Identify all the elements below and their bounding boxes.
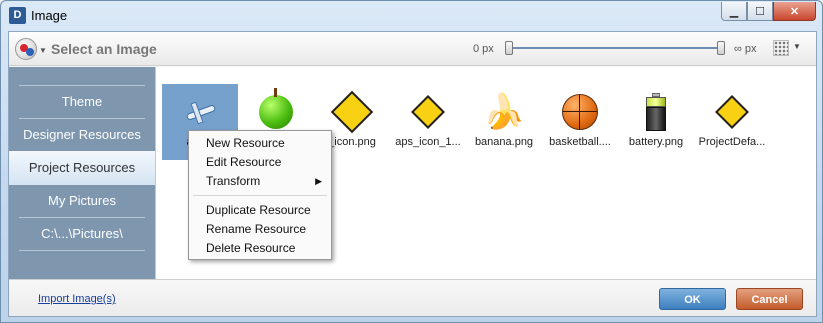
image-tile-battery[interactable]: battery.png xyxy=(618,84,694,160)
menu-item-duplicate-resource[interactable]: Duplicate Resource xyxy=(190,201,330,220)
menu-item-rename-resource[interactable]: Rename Resource xyxy=(190,220,330,239)
menu-divider xyxy=(193,195,327,196)
view-mode-button[interactable]: ▼ xyxy=(773,40,801,58)
banana-icon: 🍌 xyxy=(482,93,526,131)
menu-item-new-resource[interactable]: New Resource xyxy=(190,134,330,153)
size-filter-slider[interactable] xyxy=(505,38,725,58)
warning-sign-icon xyxy=(411,95,445,129)
slider-max-thumb[interactable] xyxy=(717,41,725,55)
sidebar-item-pictures-folder[interactable]: C:\...\Pictures\ xyxy=(9,218,155,250)
basketball-icon xyxy=(562,94,598,130)
sidebar-item-designer-resources[interactable]: Designer Resources xyxy=(9,119,155,151)
resource-source-icon[interactable] xyxy=(15,38,37,60)
tile-label: ProjectDefa... xyxy=(698,136,766,148)
tile-label: battery.png xyxy=(628,136,684,148)
ok-button[interactable]: OK xyxy=(659,288,726,310)
warning-sign-icon xyxy=(715,95,749,129)
minimize-button[interactable]: ▁ xyxy=(721,2,747,21)
sidebar-item-theme[interactable]: Theme xyxy=(9,86,155,118)
close-button[interactable]: ✕ xyxy=(773,2,816,21)
thumbnail xyxy=(330,90,374,134)
menu-item-delete-resource[interactable]: Delete Resource xyxy=(190,239,330,258)
toolbar: ▼ Select an Image 0 px ∞ px ▼ xyxy=(9,32,816,66)
slider-min-thumb[interactable] xyxy=(505,41,513,55)
sidebar-item-project-resources[interactable]: Project Resources xyxy=(9,151,155,185)
submenu-arrow-icon: ▶ xyxy=(315,176,322,186)
app-logo-icon: D xyxy=(9,7,26,24)
apple-icon xyxy=(259,88,293,129)
battery-icon xyxy=(646,93,666,131)
thumbnail xyxy=(178,90,222,134)
cancel-button[interactable]: Cancel xyxy=(736,288,803,310)
tile-label: aps_icon_1... xyxy=(395,136,461,148)
slider-track[interactable] xyxy=(509,47,721,49)
size-min-label: 0 px xyxy=(473,43,494,55)
thumbnail xyxy=(406,90,450,134)
thumbnail xyxy=(558,90,602,134)
toolbar-title: Select an Image xyxy=(51,41,157,57)
chevron-down-icon[interactable]: ▼ xyxy=(39,46,47,55)
window-controls: ▁ ☐ ✕ xyxy=(721,2,816,21)
grid-view-icon[interactable] xyxy=(773,40,789,56)
airplane-icon xyxy=(182,100,218,125)
dialog-client-area: ▼ Select an Image 0 px ∞ px ▼ Theme Desi… xyxy=(8,31,817,317)
resource-sidebar: Theme Designer Resources Project Resourc… xyxy=(9,67,155,279)
battery-top xyxy=(646,97,666,107)
image-tile-basketball[interactable]: basketball.... xyxy=(542,84,618,160)
import-images-link[interactable]: Import Image(s) xyxy=(38,293,116,305)
dialog-footer: Import Image(s) OK Cancel xyxy=(9,279,816,316)
menu-item-transform[interactable]: Transform ▶ xyxy=(190,172,330,191)
image-tile-project-default[interactable]: ProjectDefa... xyxy=(694,84,770,160)
thumbnail xyxy=(634,90,678,134)
image-dialog-window: D Image ▁ ☐ ✕ ▼ Select an Image 0 px ∞ p… xyxy=(0,0,823,323)
sidebar-item-my-pictures[interactable]: My Pictures xyxy=(9,185,155,217)
tile-label: basketball.... xyxy=(549,136,611,148)
size-max-label: ∞ px xyxy=(734,43,757,55)
warning-sign-icon xyxy=(330,90,374,134)
context-menu: New Resource Edit Resource Transform ▶ D… xyxy=(188,130,332,260)
thumbnail: 🍌 xyxy=(482,90,526,134)
title-bar[interactable]: D Image ▁ ☐ ✕ xyxy=(1,1,822,31)
thumbnail xyxy=(710,90,754,134)
image-tile-aps-icon-1[interactable]: aps_icon_1... xyxy=(390,84,466,160)
divider xyxy=(19,250,145,251)
chevron-down-icon[interactable]: ▼ xyxy=(793,42,801,51)
maximize-button[interactable]: ☐ xyxy=(747,2,773,21)
menu-item-edit-resource[interactable]: Edit Resource xyxy=(190,153,330,172)
battery-base xyxy=(646,107,666,131)
thumbnail xyxy=(254,88,298,134)
image-tile-banana[interactable]: 🍌 banana.png xyxy=(466,84,542,160)
window-title: Image xyxy=(31,8,68,23)
menu-item-label: Transform xyxy=(206,174,261,188)
tile-label: banana.png xyxy=(474,136,534,148)
